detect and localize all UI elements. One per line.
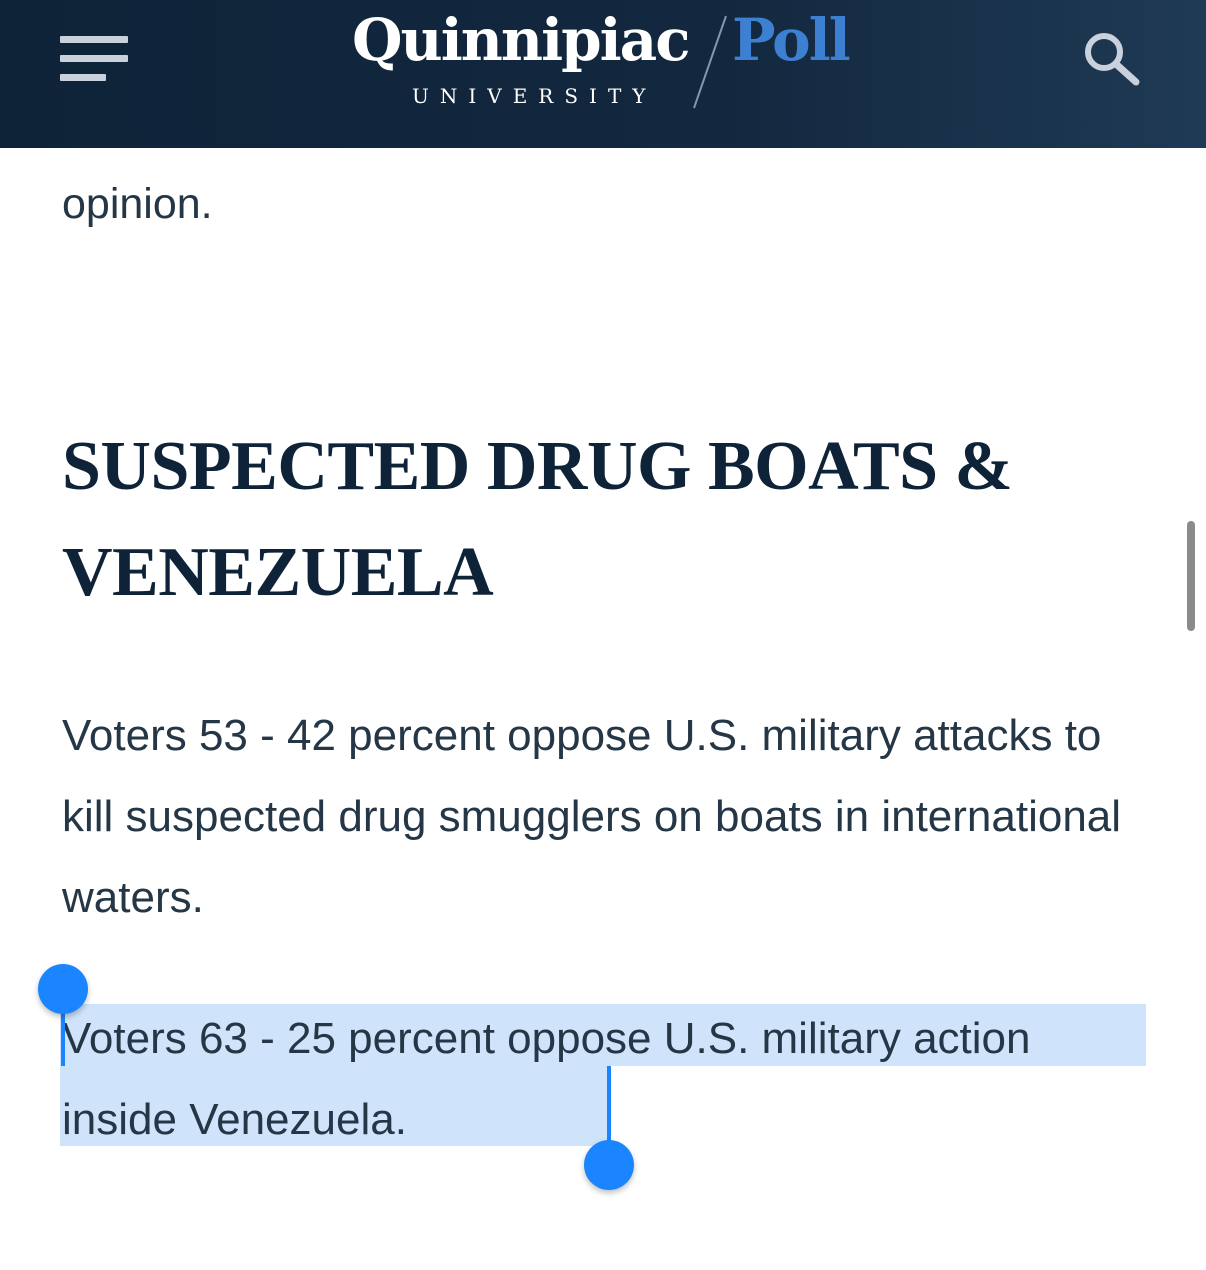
paragraph-fragment: opinion. xyxy=(62,180,213,228)
scrollbar-thumb[interactable] xyxy=(1187,521,1195,631)
logo-divider-slash xyxy=(693,15,727,109)
search-icon[interactable] xyxy=(1080,28,1142,90)
site-header: Quinnipiac UNIVERSITY Poll xyxy=(0,0,1206,148)
quinnipiac-poll-logo[interactable]: Quinnipiac UNIVERSITY Poll xyxy=(352,4,862,114)
logo-university: UNIVERSITY xyxy=(412,84,657,108)
selection-end-caret xyxy=(607,1066,611,1144)
section-heading: SUSPECTED DRUG BOATS & VENEZUELA xyxy=(62,428,1013,611)
selection-end-handle[interactable] xyxy=(584,1140,634,1190)
selection-start-handle[interactable] xyxy=(38,964,88,1014)
logo-wordmark: Quinnipiac xyxy=(352,6,691,74)
hamburger-menu-icon[interactable] xyxy=(60,36,128,82)
poll-finding-paragraph: Voters 53 - 42 percent oppose U.S. milit… xyxy=(62,711,1122,922)
logo-poll: Poll xyxy=(732,6,851,74)
